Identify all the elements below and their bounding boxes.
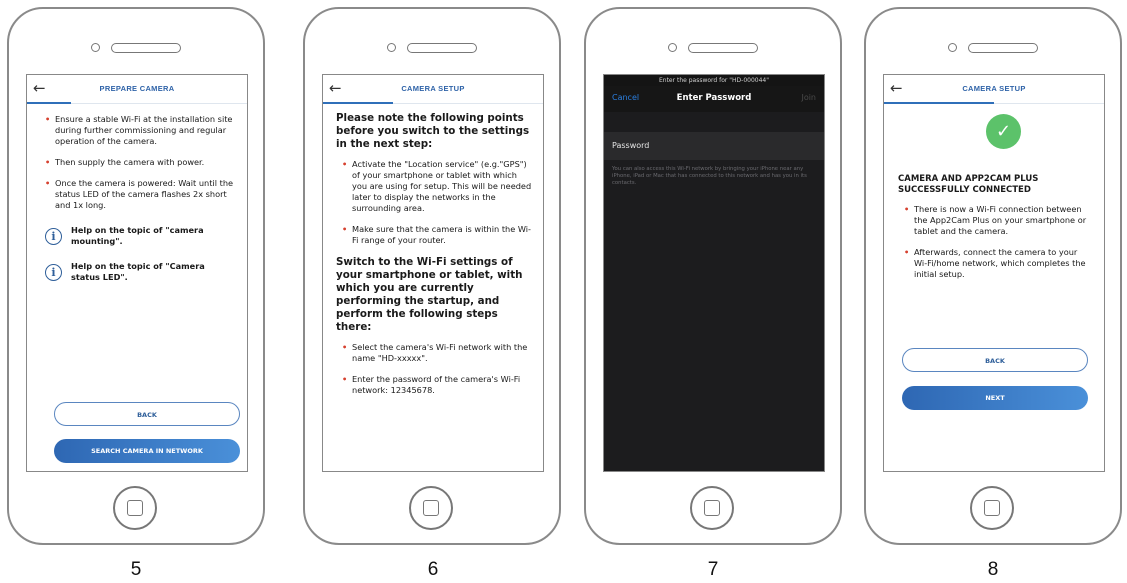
app-bar: ← CAMERA SETUP [884, 75, 1104, 104]
list-item: Once the camera is powered: Wait until t… [45, 178, 235, 211]
home-square-icon [127, 500, 143, 516]
screen-success: ← CAMERA SETUP ✓ CAMERA AND APP2CAM PLUS… [883, 74, 1105, 472]
password-field[interactable]: Password [604, 132, 824, 160]
check-icon: ✓ [986, 114, 1021, 149]
bullet-list: Activate the "Location service" (e.g."GP… [336, 159, 533, 246]
info-icon: i [45, 263, 62, 281]
home-square-icon [984, 500, 1000, 516]
list-item: Activate the "Location service" (e.g."GP… [342, 159, 533, 214]
spacer [604, 112, 824, 132]
home-button[interactable] [690, 486, 734, 530]
screen-enter-password: Enter the password for "HD-000044" Cance… [603, 74, 825, 472]
list-item: Afterwards, connect the camera to your W… [904, 247, 1092, 280]
password-prompt: Enter the password for "HD-000044" [604, 75, 824, 86]
bullet-list: Select the camera's Wi-Fi network with t… [336, 342, 533, 396]
page-title: PREPARE CAMERA [99, 84, 175, 93]
note-heading: Switch to the Wi-Fi settings of your sma… [336, 256, 523, 333]
home-button[interactable] [409, 486, 453, 530]
list-item: Select the camera's Wi-Fi network with t… [342, 342, 533, 364]
content: Ensure a stable Wi-Fi at the installatio… [27, 104, 247, 283]
progress-underline [27, 102, 71, 104]
back-button[interactable]: BACK [54, 402, 240, 426]
back-button[interactable]: BACK [902, 348, 1088, 372]
search-camera-button[interactable]: SEARCH CAMERA IN NETWORK [54, 439, 240, 463]
hint-text: You can also access this Wi-Fi network b… [612, 166, 807, 186]
list-item: Make sure that the camera is within the … [342, 224, 533, 246]
step-number: 5 [130, 559, 142, 580]
app-bar: ← CAMERA SETUP [323, 75, 543, 104]
camera-dot [668, 43, 677, 52]
help-camera-mounting[interactable]: i Help on the topic of "camera mounting"… [45, 225, 235, 247]
step-number: 7 [707, 559, 719, 580]
list-item: Enter the password of the camera's Wi-Fi… [342, 374, 533, 396]
list-item: Ensure a stable Wi-Fi at the installatio… [45, 114, 235, 147]
page-title: CAMERA SETUP [962, 84, 1026, 93]
success-heading: CAMERA AND APP2CAM PLUS SUCCESSFULLY CON… [898, 174, 1039, 195]
info-icon: i [45, 227, 62, 245]
content: Please note the following points before … [323, 104, 543, 396]
home-square-icon [423, 500, 439, 516]
ios-nav-bar: Cancel Enter Password Join [604, 86, 824, 112]
help-status-led[interactable]: i Help on the topic of "Camera status LE… [45, 261, 235, 283]
speaker-slot [968, 43, 1038, 53]
home-button[interactable] [970, 486, 1014, 530]
screen-camera-setup: ← CAMERA SETUP Please note the following… [322, 74, 544, 472]
list-item: There is now a Wi-Fi connection between … [904, 204, 1092, 237]
speaker-slot [111, 43, 181, 53]
phone-step-5: ← PREPARE CAMERA Ensure a stable Wi-Fi a… [7, 7, 265, 545]
step-number: 6 [427, 559, 439, 580]
step-number: 8 [987, 559, 999, 580]
page-title: CAMERA SETUP [401, 84, 465, 93]
camera-dot [387, 43, 396, 52]
phone-step-8: ← CAMERA SETUP ✓ CAMERA AND APP2CAM PLUS… [864, 7, 1122, 545]
list-item: Then supply the camera with power. [45, 157, 235, 168]
progress-underline [323, 102, 393, 104]
bullet-list: There is now a Wi-Fi connection between … [898, 204, 1092, 280]
help-label: Help on the topic of "Camera status LED"… [71, 261, 205, 282]
camera-dot [91, 43, 100, 52]
page-title: Enter Password [676, 93, 752, 103]
join-button[interactable]: Join [801, 93, 816, 102]
phone-step-6: ← CAMERA SETUP Please note the following… [303, 7, 561, 545]
next-button[interactable]: NEXT [902, 386, 1088, 410]
speaker-slot [407, 43, 477, 53]
note-heading: Please note the following points before … [336, 112, 530, 150]
app-bar: ← PREPARE CAMERA [27, 75, 247, 104]
speaker-slot [688, 43, 758, 53]
screen-prepare-camera: ← PREPARE CAMERA Ensure a stable Wi-Fi a… [26, 74, 248, 472]
home-square-icon [704, 500, 720, 516]
progress-underline [884, 102, 994, 104]
help-label: Help on the topic of "camera mounting". [71, 225, 204, 246]
phone-step-7: Enter the password for "HD-000044" Cance… [584, 7, 842, 545]
home-button[interactable] [113, 486, 157, 530]
bullet-list: Ensure a stable Wi-Fi at the installatio… [45, 114, 235, 211]
camera-dot [948, 43, 957, 52]
